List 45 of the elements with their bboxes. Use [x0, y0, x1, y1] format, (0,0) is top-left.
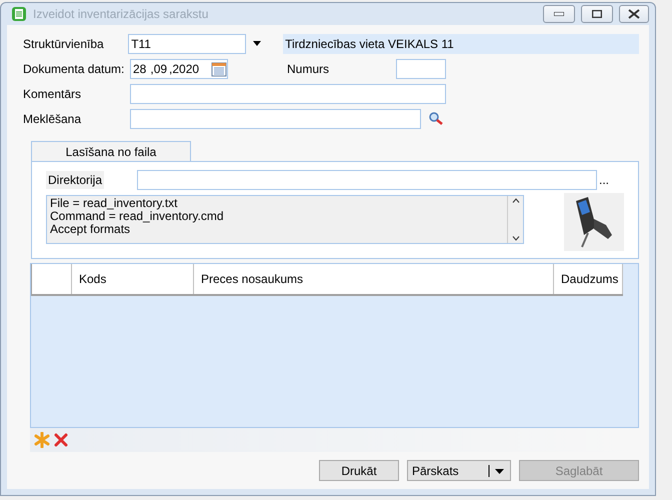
- field-label: Struktūrvienība: [23, 36, 105, 50]
- field-label: Komentārs: [23, 86, 82, 100]
- unit-description-field: Tirdzniecības vieta VEIKALS 11: [283, 34, 639, 54]
- field-label: Meklēšana: [23, 112, 82, 126]
- number-field[interactable]: [396, 58, 446, 78]
- scroll-down-icon[interactable]: [512, 236, 520, 241]
- column-header[interactable]: Preces nosaukums: [194, 264, 554, 294]
- info-text-area[interactable]: File = read_inventory.txt Command = read_inventory.cmd Accept formats: [46, 195, 524, 244]
- report-dropdown[interactable]: Pārskats: [407, 460, 511, 481]
- calendar-icon[interactable]: [211, 60, 227, 76]
- date-day: 28: [133, 62, 146, 76]
- field-label: Direktorija: [46, 171, 104, 189]
- close-icon: [628, 9, 640, 19]
- tab[interactable]: Lasīšana no faila: [31, 141, 191, 161]
- info-line: File = read_inventory.txt: [50, 197, 179, 210]
- minimize-icon: [554, 12, 564, 16]
- field-label: Numurs: [287, 62, 330, 76]
- maximize-icon: [592, 10, 602, 18]
- column-header[interactable]: [31, 264, 72, 294]
- close-button[interactable]: [619, 5, 649, 23]
- column-header[interactable]: Daudzums: [554, 264, 623, 294]
- date-field[interactable]: 28 ,09 ,2020: [130, 58, 228, 78]
- field-label: Dokumenta datum:: [23, 62, 126, 76]
- caret-icon: [488, 464, 506, 476]
- print-button[interactable]: Drukāt: [319, 460, 399, 481]
- directory-field[interactable]: [137, 170, 598, 190]
- unit-field[interactable]: T11: [128, 34, 246, 54]
- delete-icon[interactable]: [54, 433, 68, 447]
- browse-button[interactable]: ...: [599, 173, 610, 187]
- info-line: Command = read_inventory.cmd: [50, 210, 225, 223]
- date-year: ,2020: [169, 62, 200, 76]
- column-header[interactable]: Kods: [72, 264, 194, 294]
- handheld-scanner-drawing: [564, 193, 624, 251]
- search-field[interactable]: [130, 108, 421, 128]
- minimize-button[interactable]: [543, 5, 575, 23]
- dropdown-caret-icon[interactable]: [253, 41, 262, 46]
- document-icon: [11, 6, 27, 22]
- info-line: Accept formats: [50, 223, 130, 236]
- date-month: ,09: [150, 62, 168, 76]
- search-icon[interactable]: [429, 112, 443, 125]
- scroll-up-icon[interactable]: [512, 198, 520, 203]
- maximize-button[interactable]: [581, 5, 613, 23]
- comment-field[interactable]: [130, 84, 446, 104]
- star-icon[interactable]: [34, 432, 50, 448]
- window-title: Izveidot inventarizācijas sarakstu: [33, 7, 210, 21]
